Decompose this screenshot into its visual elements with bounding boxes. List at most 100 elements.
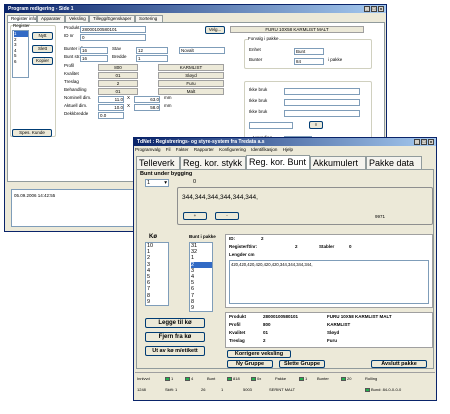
treslag-label: Treslag xyxy=(64,79,79,84)
tab-akkumulert[interactable]: Akkumulert xyxy=(310,156,366,170)
tab-tillegg[interactable]: Tillegg/Egenskaper xyxy=(89,15,135,22)
menu-konfigurering[interactable]: Konfigurering xyxy=(219,147,246,152)
kvalitet-label: Kvalitet xyxy=(64,71,79,76)
bunter2-field[interactable]: 84 xyxy=(294,58,324,65)
enhet-select[interactable]: Bunt xyxy=(294,48,324,55)
ikke-bruk-field[interactable] xyxy=(284,110,360,117)
i-pakke-label: i pakke xyxy=(328,57,343,62)
stav-label: Stav xyxy=(112,46,122,51)
out-of-queue-button[interactable]: Ut av kø m/etikett xyxy=(145,346,205,356)
tab-veksling[interactable]: Veksling xyxy=(65,15,89,22)
novalt-value: Novalt xyxy=(181,48,194,53)
lengder-label: Lengder cm xyxy=(229,252,255,257)
select-product-button[interactable]: Velg... xyxy=(205,26,225,34)
queue-list[interactable]: 10 1 2 3 4 5 6 7 8 9 xyxy=(145,242,169,306)
add-to-queue-button[interactable]: Legge til kø xyxy=(145,318,205,328)
sequence-count: 9971 xyxy=(375,214,386,219)
stabler-value: 0 xyxy=(349,244,352,249)
status-pakke: Pakke xyxy=(275,376,287,381)
tab-sortering[interactable]: Sortering xyxy=(135,15,163,22)
produkt-field[interactable]: 28000100580101 xyxy=(80,26,146,33)
status-value: 4 xyxy=(191,376,194,381)
stav-field[interactable]: 12 xyxy=(136,47,168,54)
extra-field[interactable] xyxy=(249,122,293,129)
status-value: 20 xyxy=(347,376,352,381)
close-icon[interactable]: x xyxy=(428,139,434,145)
finish-package-button[interactable]: Avslutt pakke xyxy=(371,360,427,368)
menu-rapporter[interactable]: Rapporter xyxy=(194,147,214,152)
lengder-box: 420,420,420,420,420,420,344,344,344,344, xyxy=(229,260,429,304)
new-group-button[interactable]: Ny Gruppe xyxy=(227,360,273,368)
plus-button[interactable]: + xyxy=(183,212,207,220)
ikke-bruk-field[interactable] xyxy=(284,99,360,106)
treslag-name: Furu xyxy=(327,338,337,343)
maximize-icon[interactable]: □ xyxy=(371,6,377,12)
status-cell: 5003 xyxy=(243,387,252,392)
correct-switching-button[interactable]: Korrigere veksling xyxy=(227,350,291,358)
nominell-a[interactable]: 11.0 xyxy=(98,96,124,103)
idnr-label: ID nr xyxy=(64,33,74,38)
minimize-icon[interactable]: _ xyxy=(414,139,420,145)
menu-identifikasjon[interactable]: Identifikasjon xyxy=(251,147,277,152)
aktuell-b[interactable]: 58.0 xyxy=(134,104,160,111)
status-value: 818 xyxy=(233,376,240,381)
profil-name: KARMLIST xyxy=(327,322,351,327)
enhet-label: Enhet xyxy=(249,47,261,52)
list-item[interactable]: 9 xyxy=(191,305,212,311)
copy-button[interactable]: Kopier xyxy=(32,57,53,65)
aktuell-label: Aktuell dim. xyxy=(64,103,88,108)
tab-pakke-data[interactable]: Pakke data xyxy=(366,156,422,170)
menu-fil[interactable]: Fil xyxy=(166,147,171,152)
tab-telleverk[interactable]: Telleverk xyxy=(136,156,180,170)
stabler-label: Stabler xyxy=(319,244,335,249)
close-icon[interactable]: x xyxy=(378,6,384,12)
status-shift: Skift: 1 xyxy=(165,387,178,392)
minimize-icon[interactable]: _ xyxy=(364,6,370,12)
bunter2-label: Bunter xyxy=(249,57,263,62)
mm-label: mm xyxy=(164,103,172,108)
nominell-b[interactable]: 63.0 xyxy=(134,96,160,103)
bredde-field[interactable]: 1 xyxy=(136,55,168,62)
menu-hjelp[interactable]: Hjelp xyxy=(283,147,293,152)
ikke-bruk-field[interactable] xyxy=(284,88,360,95)
status-cell: 1248 xyxy=(137,387,146,392)
bunt-str-label: Bunt str. xyxy=(64,54,81,59)
list-item[interactable]: 6 xyxy=(14,59,28,65)
produkt-name: FURU 10X58 KARMLIST MALT xyxy=(327,314,392,319)
title-bar: TdNet : Registrerings- og styre-system f… xyxy=(134,138,436,146)
tab-register-info[interactable]: Register info xyxy=(7,15,37,22)
status-value: Bund: 84-0-0-0-0 xyxy=(371,387,402,392)
menu-fakter[interactable]: Fakter xyxy=(176,147,189,152)
menu-programvalg[interactable]: Programvalg xyxy=(135,147,161,152)
aktuell-a[interactable]: 10.0 xyxy=(98,104,124,111)
produkt-value: 28000100580101 xyxy=(263,314,299,319)
extra-button[interactable]: ◊ xyxy=(309,121,323,129)
status-product: SERINT MALT xyxy=(269,387,296,392)
tab-apparater[interactable]: Apparater xyxy=(37,15,65,22)
window-title: TdNet : Registrerings- og styre-system f… xyxy=(137,139,265,145)
produkt-label: Produkt xyxy=(64,25,80,30)
delete-button[interactable]: Slett xyxy=(32,45,53,53)
bunter-field[interactable]: 16 xyxy=(80,47,108,54)
bundle-list[interactable]: 31 32 1 2 3 4 5 6 7 8 9 xyxy=(189,242,213,312)
tab-reg-kor-bunt[interactable]: Reg. kor. Bunt xyxy=(246,155,310,170)
bunt-str-field[interactable]: 16 xyxy=(80,55,108,62)
minus-button[interactable]: - xyxy=(215,212,239,220)
status-cell: 26 xyxy=(201,387,206,392)
list-item[interactable]: 9 xyxy=(147,299,168,305)
novalt-select[interactable]: Novalt xyxy=(179,47,225,54)
idnr-field[interactable]: 0 xyxy=(80,34,146,41)
special-customer-button[interactable]: Spes. Kunde xyxy=(12,129,52,137)
delete-group-button[interactable]: Slette Gruppe xyxy=(279,360,325,368)
new-button[interactable]: Nytt xyxy=(32,32,53,40)
bunt-select[interactable]: 1 ▾ xyxy=(145,179,169,187)
remove-from-queue-button[interactable]: Fjern fra kø xyxy=(145,332,205,342)
dekkbredde-field[interactable]: 0.0 xyxy=(98,112,124,119)
log-panel: 05.09.2006 14:42:55 xyxy=(11,189,141,227)
maximize-icon[interactable]: □ xyxy=(421,139,427,145)
x-label: X xyxy=(127,103,131,108)
treslag-value: 2 xyxy=(263,338,266,343)
treslag-name: Furu xyxy=(158,80,224,87)
tab-reg-kor-stykk[interactable]: Reg. kor. stykk xyxy=(180,156,246,170)
register-list[interactable]: 1 2 3 4 5 6 xyxy=(12,30,29,78)
